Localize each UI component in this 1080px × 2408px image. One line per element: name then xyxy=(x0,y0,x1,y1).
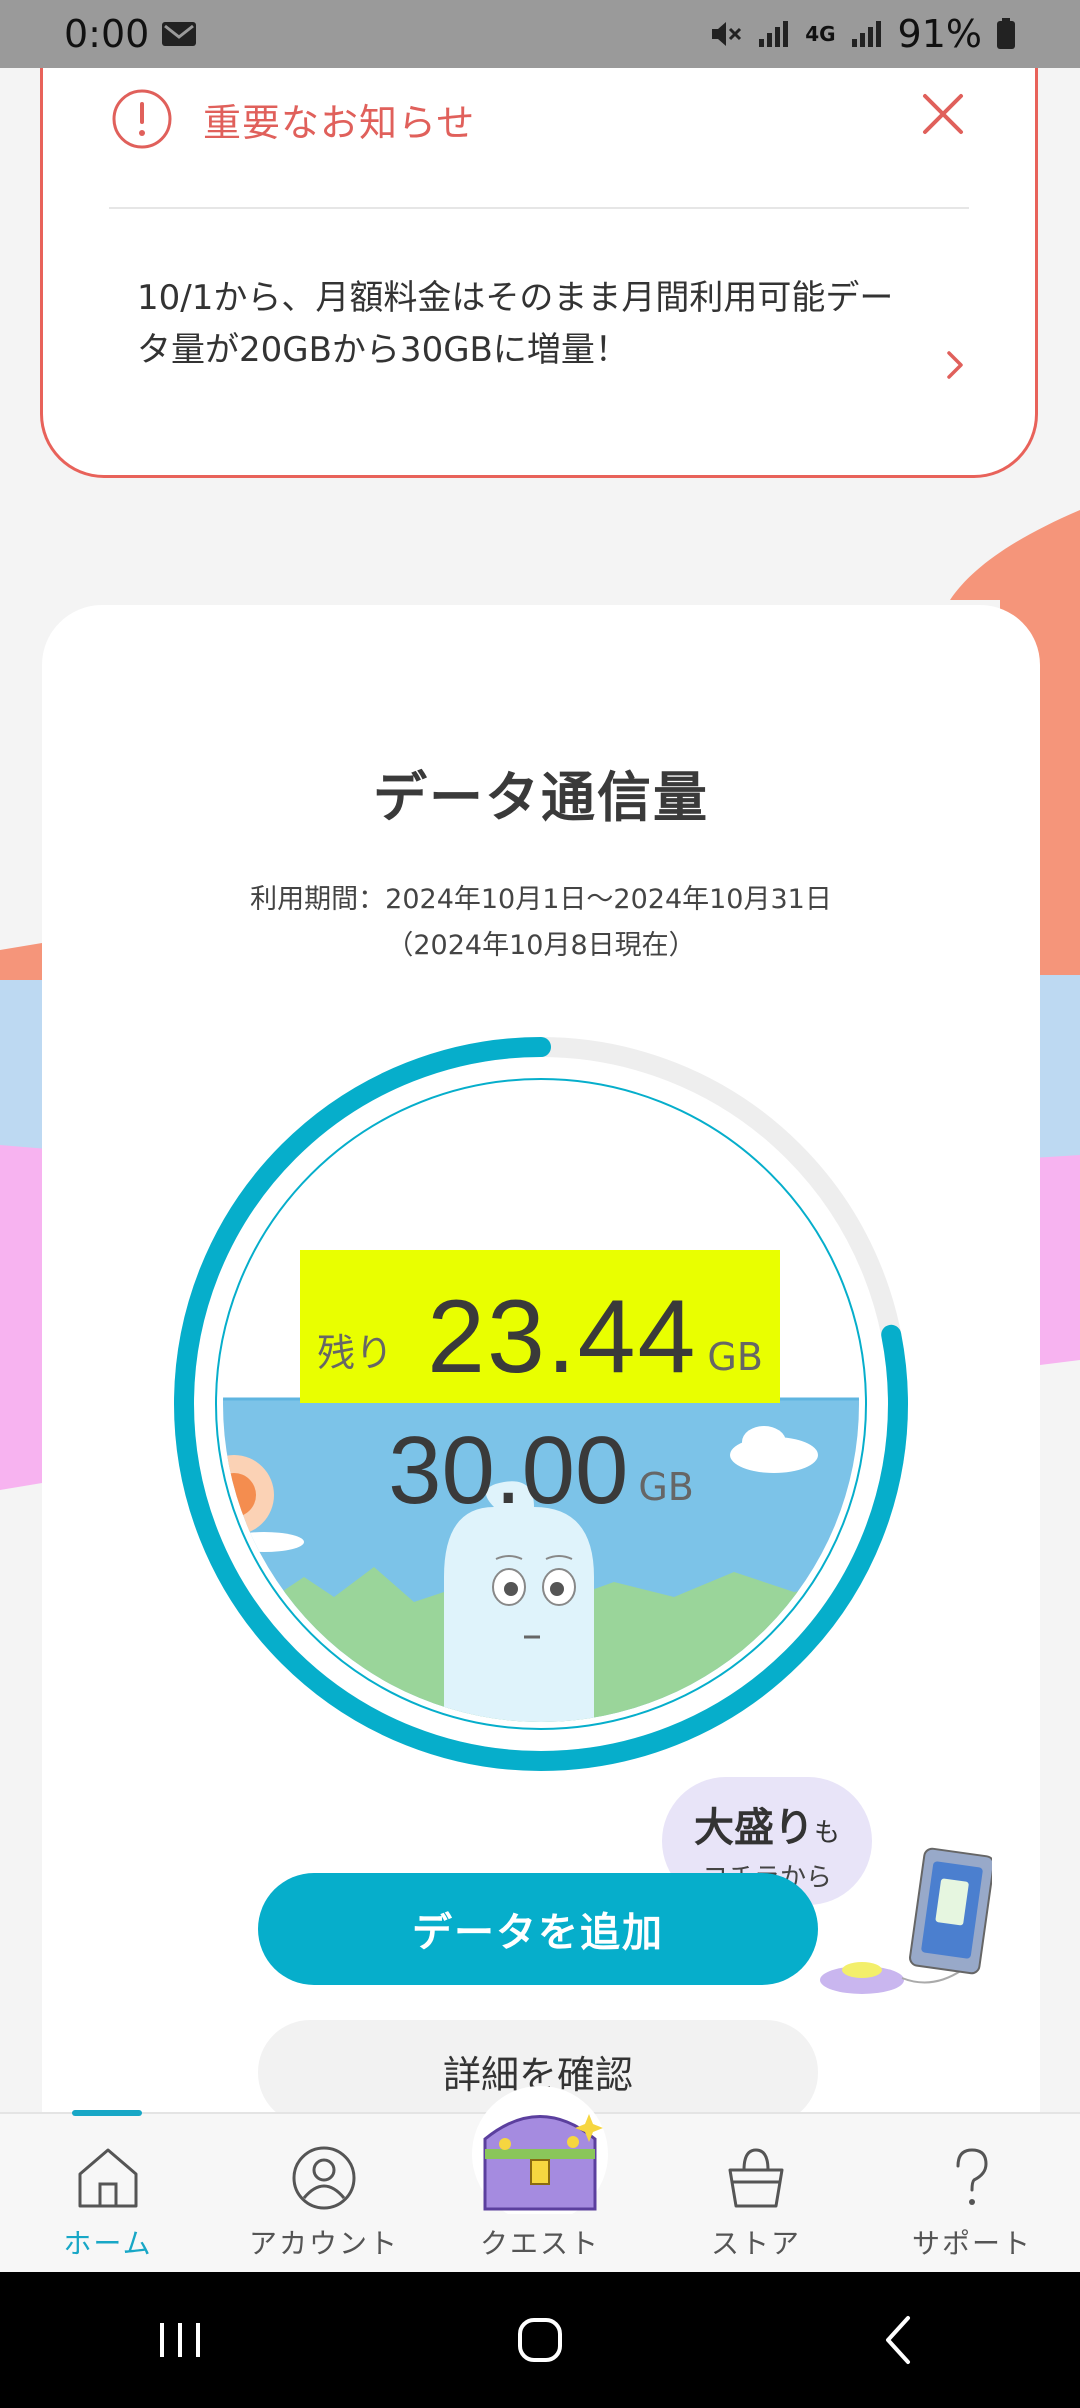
remaining-unit: GB xyxy=(707,1335,763,1379)
remaining-data: 残り 23.44 GB xyxy=(300,1250,780,1403)
nav-account[interactable]: アカウント xyxy=(216,2114,432,2274)
nav-quest[interactable]: クエスト xyxy=(432,2086,648,2274)
important-notice-card[interactable]: 重要なお知らせ 10/1から、月額料金はそのまま月間利用可能データ量が20GBか… xyxy=(40,40,1038,478)
total-value: 30.00 xyxy=(388,1417,629,1524)
data-usage-heading: データ通信量 xyxy=(373,766,709,829)
home-button-icon[interactable] xyxy=(510,2310,570,2370)
clock: 0:00 xyxy=(64,12,150,56)
data-usage-card: データ通信量 利用期間：2024年10月1日〜2024年10月31日 （2024… xyxy=(42,605,1040,2125)
signal-icon xyxy=(757,19,791,49)
account-icon xyxy=(290,2144,358,2212)
nav-store-label: ストア xyxy=(710,2227,801,2260)
home-icon xyxy=(74,2144,142,2212)
network-type: 4G xyxy=(805,22,836,46)
signal-icon-2 xyxy=(850,19,884,49)
usage-period-range: 利用期間：2024年10月1日〜2024年10月31日 xyxy=(250,884,832,915)
notice-title: 重要なお知らせ xyxy=(203,100,476,145)
status-bar: 0:00 4G 91% xyxy=(0,0,1080,68)
question-icon xyxy=(938,2144,1006,2212)
nav-store[interactable]: ストア xyxy=(648,2114,864,2274)
battery-percent: 91% xyxy=(897,12,982,56)
system-navigation-bar xyxy=(0,2272,1080,2408)
notice-divider xyxy=(109,207,969,209)
mail-notification-icon xyxy=(161,19,197,49)
alert-icon xyxy=(111,88,173,150)
total-data: 30.00 GB xyxy=(42,1423,1040,1519)
notice-message[interactable]: 10/1から、月額料金はそのまま月間利用可能データ量が20GBから30GBに増量… xyxy=(137,272,897,376)
bottom-navigation: ホーム アカウント クエスト ストア サポート xyxy=(0,2086,1080,2274)
back-icon[interactable] xyxy=(870,2310,930,2370)
nav-support-label: サポート xyxy=(911,2227,1032,2260)
total-unit: GB xyxy=(638,1465,694,1509)
nav-account-label: アカウント xyxy=(248,2227,399,2260)
mute-icon xyxy=(709,19,743,49)
recent-apps-icon[interactable] xyxy=(150,2315,210,2365)
close-icon[interactable] xyxy=(921,92,965,136)
phone-charger-icon xyxy=(820,1847,992,1994)
usage-as-of: （2024年10月8日現在） xyxy=(386,930,696,961)
nav-support[interactable]: サポート xyxy=(864,2114,1080,2274)
add-data-button[interactable]: データを追加 xyxy=(258,1873,818,1985)
nav-home-label: ホーム xyxy=(63,2227,153,2260)
treasure-chest-icon xyxy=(465,2084,615,2214)
data-gauge xyxy=(174,1037,908,1771)
remaining-value: 23.44 xyxy=(427,1279,698,1395)
usage-period: 利用期間：2024年10月1日〜2024年10月31日 （2024年10月8日現… xyxy=(42,877,1040,969)
remaining-label: 残り xyxy=(317,1331,394,1375)
active-tab-indicator xyxy=(72,2110,142,2116)
nav-home[interactable]: ホーム xyxy=(0,2110,216,2274)
shopping-bag-icon xyxy=(722,2144,790,2212)
nav-quest-label: クエスト xyxy=(479,2227,600,2260)
battery-icon xyxy=(996,18,1016,50)
chevron-right-icon[interactable] xyxy=(945,350,965,380)
